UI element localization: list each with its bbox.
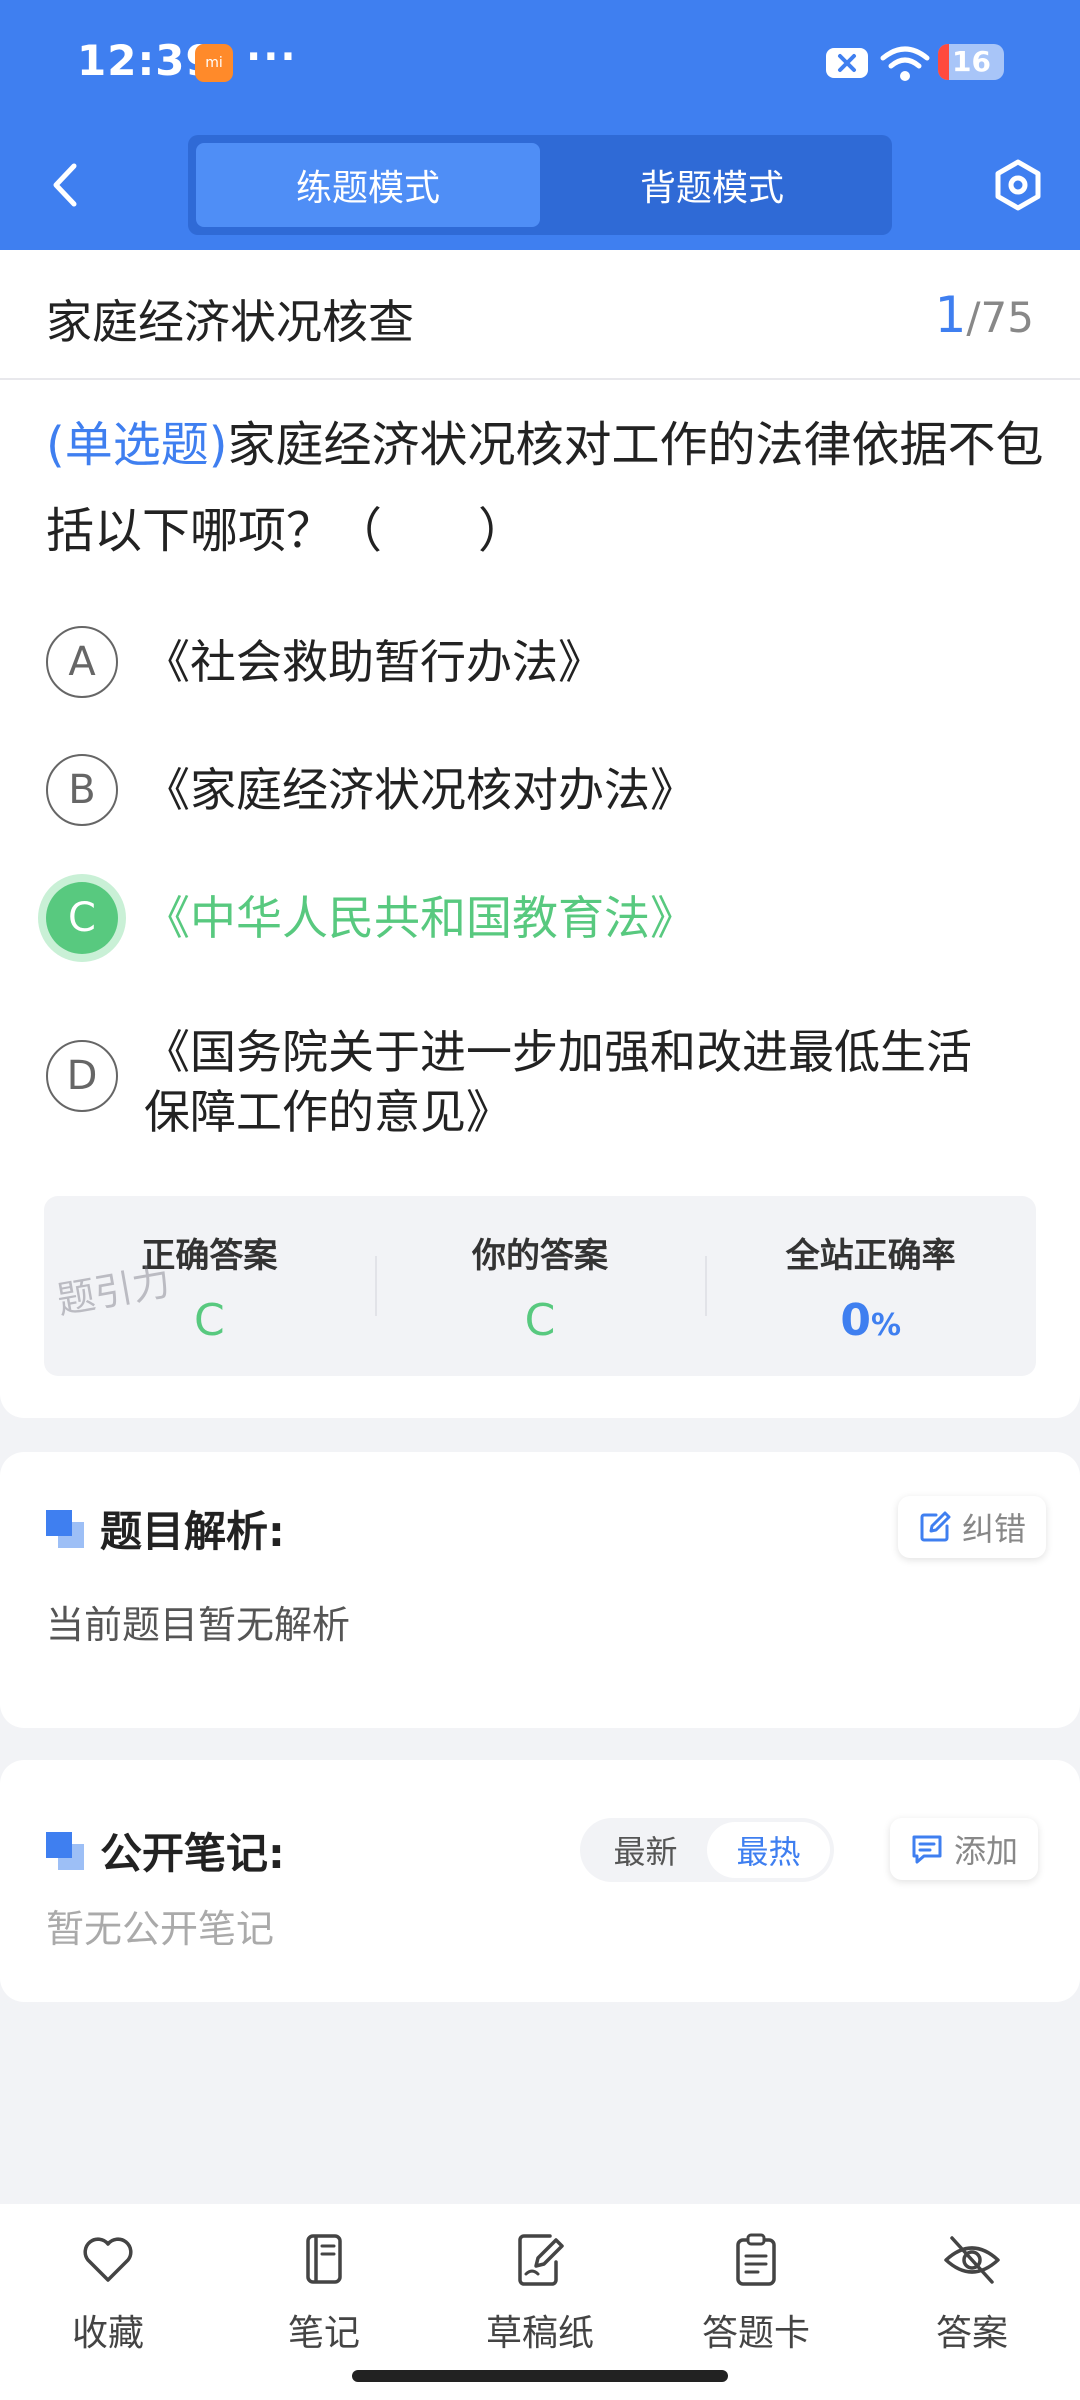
- no-sim-icon: [826, 48, 868, 78]
- more-notifications-indicator: ···: [246, 34, 298, 80]
- question-topbar: 家庭经济状况核查 1/75: [0, 250, 1080, 380]
- question-type-label: (单选题): [46, 417, 228, 473]
- favorite-label: 收藏: [71, 2313, 144, 2354]
- answer-card-label: 答题卡: [701, 2313, 810, 2354]
- report-error-button[interactable]: 纠错: [898, 1496, 1047, 1558]
- option-d[interactable]: D 《国务院关于进一步加强和改进最低生活保障工作的意见》: [46, 1014, 1046, 1142]
- analysis-title: 题目解析:: [46, 1498, 285, 1559]
- correct-answer-value: C: [193, 1295, 225, 1346]
- section-square-icon: [46, 1831, 84, 1870]
- notes-title-text: 公开笔记:: [100, 1829, 285, 1878]
- question-progress: 1/75: [935, 286, 1034, 344]
- settings-button[interactable]: [988, 155, 1048, 215]
- analysis-card: 题目解析: 纠错 当前题目暂无解析: [0, 1452, 1080, 1728]
- app-notification-icon: mi: [195, 44, 233, 82]
- comment-add-icon: [912, 1835, 942, 1864]
- notes-label: 笔记: [287, 2313, 360, 2354]
- app-badge-text: mi: [205, 55, 223, 71]
- site-accuracy-label: 全站正确率: [785, 1236, 956, 1276]
- sort-latest-option[interactable]: 最新: [584, 1822, 707, 1878]
- current-question-number: 1: [934, 286, 967, 344]
- analysis-title-text: 题目解析:: [100, 1507, 285, 1556]
- eye-off-icon: [944, 2236, 1000, 2284]
- notebook-icon: [306, 2234, 342, 2284]
- show-answer-button[interactable]: 答案: [864, 2204, 1080, 2400]
- option-letter: B: [46, 754, 118, 826]
- site-accuracy-value: 0%: [840, 1295, 901, 1346]
- your-answer-label: 你的答案: [472, 1236, 608, 1276]
- add-note-label: 添加: [954, 1832, 1019, 1870]
- option-text: 《中华人民共和国教育法》: [144, 891, 696, 945]
- notes-sort-toggle: 最新 最热: [580, 1818, 834, 1882]
- tab-practice-mode[interactable]: 练题模式: [196, 143, 540, 227]
- notes-title: 公开笔记:: [46, 1820, 285, 1881]
- answer-card-icon: [736, 2233, 776, 2286]
- chapter-title: 家庭经济状况核查: [46, 295, 414, 349]
- option-text: 《家庭经济状况核对办法》: [144, 763, 696, 817]
- tab-memorize-mode[interactable]: 背题模式: [540, 143, 884, 227]
- section-square-icon: [46, 1509, 84, 1548]
- heart-icon: [83, 2237, 133, 2282]
- question-card: 家庭经济状况核查 1/75 (单选题)家庭经济状况核对工作的法律依据不包括以下哪…: [0, 250, 1080, 1418]
- option-text: 《国务院关于进一步加强和改进最低生活保障工作的意见》: [144, 1025, 972, 1139]
- site-accuracy-unit: %: [870, 1308, 902, 1343]
- favorite-button[interactable]: 收藏: [0, 2204, 216, 2400]
- status-bar: 12:39 mi ··· 16: [0, 0, 1080, 125]
- hexagon-gear-icon: [995, 159, 1041, 211]
- public-notes-card: 公开笔记: 最新 最热 添加 暂无公开笔记: [0, 1760, 1080, 2002]
- site-accuracy-number: 0: [840, 1295, 871, 1346]
- your-answer-value: C: [524, 1295, 556, 1346]
- draft-paper-icon: [518, 2234, 564, 2286]
- battery-indicator: 16: [938, 44, 1004, 80]
- wifi-icon: [880, 44, 930, 84]
- analysis-body: 当前题目暂无解析: [46, 1603, 351, 1647]
- option-letter: A: [46, 626, 118, 698]
- option-b[interactable]: B 《家庭经济状况核对办法》: [46, 754, 1046, 826]
- back-button[interactable]: [40, 155, 90, 215]
- show-answer-label: 答案: [935, 2313, 1008, 2354]
- option-text: 《社会救助暂行办法》: [144, 635, 604, 689]
- option-a[interactable]: A 《社会救助暂行办法》: [46, 626, 1046, 698]
- home-indicator[interactable]: [352, 2370, 728, 2382]
- total-question-count: /75: [966, 293, 1034, 342]
- draft-paper-label: 草稿纸: [485, 2313, 594, 2354]
- option-letter: C: [46, 882, 118, 954]
- notes-empty-text: 暂无公开笔记: [46, 1907, 275, 1951]
- site-accuracy-column: 全站正确率 0%: [705, 1196, 1036, 1376]
- chevron-left-icon: [53, 163, 77, 207]
- option-letter: D: [46, 1040, 118, 1112]
- mode-switch: 练题模式 背题模式: [188, 135, 892, 235]
- add-note-button[interactable]: 添加: [890, 1818, 1039, 1880]
- top-header: 12:39 mi ··· 16 练题模式 背题模式: [0, 0, 1080, 250]
- battery-level: 16: [952, 45, 991, 78]
- edit-icon: [920, 1511, 951, 1542]
- sort-hot-option[interactable]: 最热: [707, 1822, 830, 1878]
- option-c-selected-correct[interactable]: C 《中华人民共和国教育法》: [46, 882, 1046, 954]
- report-error-label: 纠错: [962, 1510, 1027, 1548]
- your-answer-column: 你的答案 C: [374, 1196, 706, 1376]
- question-stem: (单选题)家庭经济状况核对工作的法律依据不包括以下哪项？（ ）: [46, 402, 1046, 574]
- answer-summary-panel: 正确答案 C 你的答案 C 全站正确率 0%: [44, 1196, 1036, 1376]
